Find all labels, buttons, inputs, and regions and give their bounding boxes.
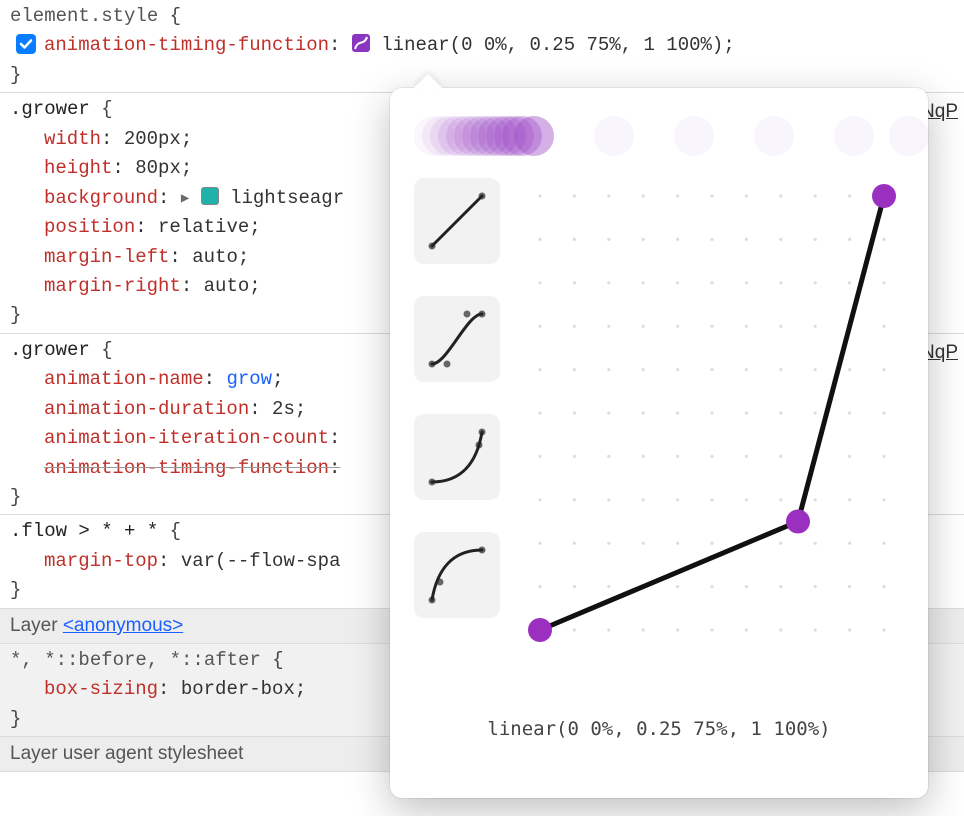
preset-ease-out[interactable]	[414, 532, 500, 618]
toggle-checkbox[interactable]	[16, 34, 36, 54]
selector[interactable]: .grower	[10, 339, 90, 361]
selector[interactable]: .grower	[10, 98, 90, 120]
easing-curve-editor[interactable]	[522, 178, 904, 708]
preset-list	[414, 178, 504, 708]
selector[interactable]: element.style	[10, 5, 158, 27]
rule-element-style: element.style { animation-timing-functio…	[0, 0, 964, 93]
selector[interactable]: .flow > * + *	[10, 520, 158, 542]
selector[interactable]: *, *::before, *::after	[10, 649, 261, 671]
preset-linear[interactable]	[414, 178, 500, 264]
preset-ease-in-out[interactable]	[414, 296, 500, 382]
property-animation-timing-function[interactable]: animation-timing-function: linear(0 0%, …	[10, 31, 964, 60]
preset-ease-in[interactable]	[414, 414, 500, 500]
color-swatch-icon[interactable]	[201, 187, 219, 205]
expand-triangle-icon[interactable]: ▶	[181, 189, 189, 211]
animation-preview-track	[414, 116, 904, 156]
layer-link[interactable]: <anonymous>	[63, 615, 183, 636]
easing-editor-popover: linear(0 0%, 0.25 75%, 1 100%)	[390, 88, 928, 798]
easing-value-text[interactable]: linear(0 0%, 0.25 75%, 1 100%)	[414, 718, 904, 740]
easing-swatch-icon[interactable]	[352, 34, 370, 52]
